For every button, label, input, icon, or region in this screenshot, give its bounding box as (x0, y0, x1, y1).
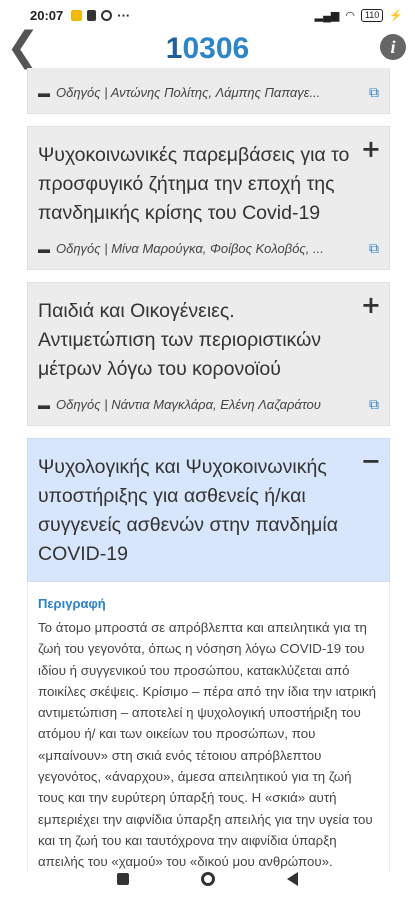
system-nav-bar (0, 868, 415, 890)
charging-icon: ⚡ (389, 9, 403, 22)
description-heading: Περιγραφή (38, 596, 106, 611)
home-icon[interactable] (201, 872, 215, 886)
app-logo: 10306 (165, 32, 250, 65)
external-link-icon[interactable]: ⧉ (369, 240, 379, 257)
external-link-icon[interactable]: ⧉ (369, 84, 379, 101)
status-bar: 20:07 ··· ▂▄▆ ◠ 110 ⚡ (0, 0, 415, 30)
expand-plus-icon[interactable]: + (361, 135, 381, 164)
battery-icon: 110 (360, 8, 384, 22)
guide-card[interactable]: Ψυχοκοινωνικές παρεμβάσεις για το προσφυ… (27, 126, 390, 270)
card-title-row[interactable]: Παιδιά και Οικογένειες. Αντιμετώπιση των… (28, 283, 389, 390)
info-icon[interactable]: i (380, 34, 406, 60)
signal-icon: ▂▄▆ (314, 9, 340, 22)
card-footer: ▬ Οδηγός | Μίνα Μαρούγκα, Φοίβος Κολοβός… (28, 234, 389, 269)
guide-card-partial: ▬ Οδηγός | Αντώνης Πολίτης, Λάμπης Παπαγ… (27, 68, 390, 114)
back-chevron-icon[interactable]: ❮ (6, 27, 40, 67)
trash-icon (87, 9, 97, 21)
card-author: Οδηγός | Νάντια Μαγκλάρα, Ελένη Λαζαράτο… (56, 397, 321, 412)
card-title: Ψυχοκοινωνικές παρεμβάσεις για το προσφυ… (38, 144, 350, 224)
card-footer: ▬ Οδηγός | Νάντια Μαγκλάρα, Ελένη Λαζαρά… (28, 390, 389, 425)
recent-apps-icon[interactable] (117, 873, 129, 885)
book-icon: ▬ (38, 397, 50, 412)
description-panel: Περιγραφή Το άτομο μπροστά σε απρόβλεπτα… (27, 582, 390, 873)
notification-app-icon (71, 9, 83, 21)
wifi-icon: ◠ (345, 9, 355, 22)
guides-list: ▬ Οδηγός | Αντώνης Πολίτης, Λάμπης Παπαγ… (27, 68, 390, 873)
description-text: Το άτομο μπροστά σε απρόβλεπτα και απειλ… (38, 620, 377, 870)
sync-icon (101, 9, 113, 21)
back-icon[interactable] (287, 872, 298, 886)
collapse-minus-icon[interactable]: − (361, 447, 381, 476)
card-footer: ▬ Οδηγός | Αντώνης Πολίτης, Λάμπης Παπαγ… (28, 78, 389, 113)
more-notifications: ··· (117, 7, 131, 23)
book-icon: ▬ (38, 241, 50, 256)
card-author: Οδηγός | Μίνα Μαρούγκα, Φοίβος Κολοβός, … (56, 241, 324, 256)
card-title-row[interactable]: Ψυχολογικής και Ψυχοκοινωνικής υποστήριξ… (28, 439, 389, 581)
card-title: Ψυχολογικής και Ψυχοκοινωνικής υποστήριξ… (38, 456, 338, 565)
card-title: Παιδιά και Οικογένειες. Αντιμετώπιση των… (38, 300, 322, 380)
system-status: ▂▄▆ ◠ 110 ⚡ (314, 8, 403, 22)
card-title-row[interactable]: Ψυχοκοινωνικές παρεμβάσεις για το προσφυ… (28, 127, 389, 234)
clock: 20:07 (30, 7, 64, 23)
guide-card[interactable]: Παιδιά και Οικογένειες. Αντιμετώπιση των… (27, 282, 390, 426)
app-bar: ❮ 10306 i (0, 27, 415, 68)
notification-icons: ··· (71, 8, 130, 23)
card-author: Οδηγός | Αντώνης Πολίτης, Λάμπης Παπαγε.… (56, 85, 321, 100)
guide-card-expanded[interactable]: Ψυχολογικής και Ψυχοκοινωνικής υποστήριξ… (27, 438, 390, 582)
external-link-icon[interactable]: ⧉ (369, 396, 379, 413)
expand-plus-icon[interactable]: + (361, 291, 381, 320)
book-icon: ▬ (38, 85, 50, 100)
